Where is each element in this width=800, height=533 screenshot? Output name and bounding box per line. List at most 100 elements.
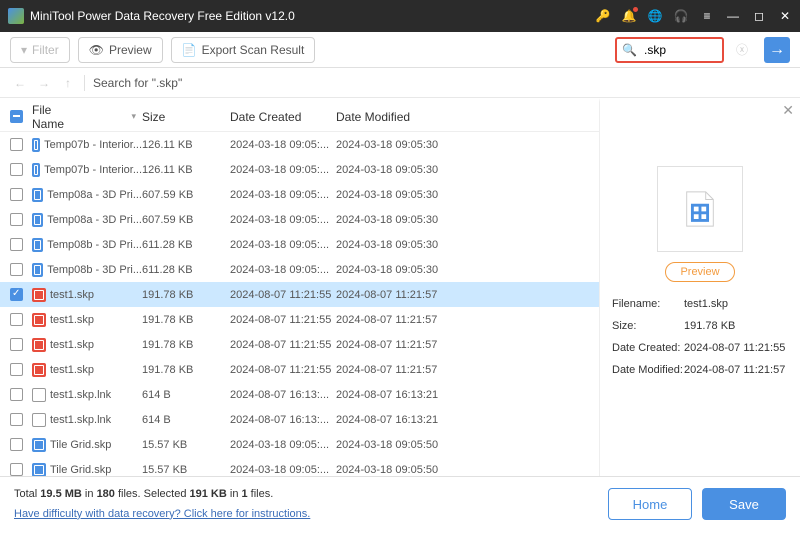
col-size[interactable]: Size <box>142 110 230 124</box>
file-date-created: 2024-03-18 09:05:... <box>230 189 336 201</box>
table-row[interactable]: Temp07b - Interior...126.11 KB2024-03-18… <box>0 157 599 182</box>
nav-back-icon[interactable]: ← <box>12 76 28 90</box>
key-icon[interactable]: 🔑 <box>596 9 610 23</box>
col-filename[interactable]: File Name ▾ <box>32 103 142 131</box>
table-row[interactable]: Temp08a - 3D Pri...607.59 KB2024-03-18 0… <box>0 207 599 232</box>
file-name: test1.skp <box>50 289 94 301</box>
export-icon: 📄 <box>182 43 197 57</box>
file-date-created: 2024-08-07 16:13:... <box>230 389 336 401</box>
row-checkbox[interactable] <box>10 388 23 401</box>
row-checkbox[interactable] <box>10 138 23 151</box>
file-date-modified: 2024-03-18 09:05:50 <box>336 439 516 451</box>
meta-dc-value: 2024-08-07 11:21:55 <box>684 342 788 354</box>
row-checkbox[interactable] <box>10 438 23 451</box>
file-type-icon <box>32 388 46 402</box>
app-logo-icon <box>8 8 24 24</box>
search-input[interactable] <box>640 43 720 57</box>
hamburger-icon[interactable]: ≡ <box>700 9 714 23</box>
save-button[interactable]: Save <box>702 488 786 520</box>
file-size: 191.78 KB <box>142 339 230 351</box>
status-bar: Total 19.5 MB in 180 files. Selected 191… <box>0 476 800 531</box>
breadcrumb-bar: ← → ↑ Search for ".skp" <box>0 68 800 98</box>
table-row[interactable]: Temp08b - 3D Pri...611.28 KB2024-03-18 0… <box>0 232 599 257</box>
file-date-created: 2024-03-18 09:05:... <box>230 264 336 276</box>
file-type-icon <box>32 263 43 277</box>
file-date-modified: 2024-03-18 09:05:30 <box>336 139 516 151</box>
search-icon: 🔍 <box>619 43 640 57</box>
col-date-created[interactable]: Date Created <box>230 110 336 124</box>
file-name: Temp08b - 3D Pri... <box>47 264 142 276</box>
table-row[interactable]: test1.skp.lnk614 B2024-08-07 16:13:...20… <box>0 407 599 432</box>
file-date-created: 2024-08-07 16:13:... <box>230 414 336 426</box>
globe-icon[interactable]: 🌐 <box>648 9 662 23</box>
file-date-created: 2024-03-18 09:05:... <box>230 139 336 151</box>
help-link[interactable]: Have difficulty with data recovery? Clic… <box>14 508 310 520</box>
close-icon[interactable]: ✕ <box>778 9 792 23</box>
table-row[interactable]: Temp08b - 3D Pri...611.28 KB2024-03-18 0… <box>0 257 599 282</box>
file-thumbnail <box>657 166 743 252</box>
bell-icon[interactable]: 🔔 <box>622 9 636 23</box>
filter-button[interactable]: ▾ Filter <box>10 37 70 63</box>
file-date-created: 2024-03-18 09:05:... <box>230 164 336 176</box>
side-preview-button[interactable]: Preview <box>665 262 734 282</box>
row-checkbox[interactable] <box>10 163 23 176</box>
meta-dc-label: Date Created: <box>612 342 684 354</box>
file-type-icon <box>32 213 43 227</box>
eye-icon: 👁 <box>89 43 104 57</box>
table-row[interactable]: test1.skp191.78 KB2024-08-07 11:21:55202… <box>0 332 599 357</box>
file-date-modified: 2024-08-07 16:13:21 <box>336 414 516 426</box>
file-name: Temp07b - Interior... <box>44 139 142 151</box>
file-size: 126.11 KB <box>142 164 230 176</box>
table-row[interactable]: test1.skp191.78 KB2024-08-07 11:21:55202… <box>0 282 599 307</box>
file-type-icon <box>32 138 40 152</box>
row-checkbox[interactable] <box>10 263 23 276</box>
file-list: File Name ▾ Size Date Created Date Modif… <box>0 98 600 476</box>
file-date-modified: 2024-03-18 09:05:30 <box>336 189 516 201</box>
file-date-modified: 2024-03-18 09:05:30 <box>336 214 516 226</box>
table-row[interactable]: Temp08a - 3D Pri...607.59 KB2024-03-18 0… <box>0 182 599 207</box>
clear-search-icon[interactable]: ⓧ <box>732 41 752 58</box>
table-row[interactable]: test1.skp191.78 KB2024-08-07 11:21:55202… <box>0 307 599 332</box>
preview-button[interactable]: 👁 Preview <box>78 37 163 63</box>
file-type-icon <box>32 338 46 352</box>
sort-indicator-icon: ▾ <box>131 111 136 122</box>
nav-up-icon[interactable]: ↑ <box>60 76 76 90</box>
row-checkbox[interactable] <box>10 213 23 226</box>
file-date-created: 2024-08-07 11:21:55 <box>230 339 336 351</box>
minimize-icon[interactable]: — <box>726 9 740 23</box>
home-button[interactable]: Home <box>608 488 692 520</box>
filter-icon: ▾ <box>21 43 27 57</box>
file-size: 614 B <box>142 414 230 426</box>
row-checkbox[interactable] <box>10 313 23 326</box>
file-size: 191.78 KB <box>142 289 230 301</box>
col-date-modified[interactable]: Date Modified <box>336 110 516 124</box>
row-checkbox[interactable] <box>10 413 23 426</box>
row-checkbox[interactable] <box>10 288 23 301</box>
search-go-button[interactable]: → <box>764 37 790 63</box>
row-checkbox[interactable] <box>10 238 23 251</box>
row-checkbox[interactable] <box>10 338 23 351</box>
file-size: 15.57 KB <box>142 464 230 476</box>
meta-dm-value: 2024-08-07 11:21:57 <box>684 364 788 376</box>
file-type-icon <box>32 413 46 427</box>
row-checkbox[interactable] <box>10 463 23 476</box>
search-box[interactable]: 🔍 <box>615 37 724 63</box>
file-date-modified: 2024-03-18 09:05:30 <box>336 164 516 176</box>
nav-forward-icon[interactable]: → <box>36 76 52 90</box>
maximize-icon[interactable]: ◻ <box>752 9 766 23</box>
table-row[interactable]: test1.skp.lnk614 B2024-08-07 16:13:...20… <box>0 382 599 407</box>
row-checkbox[interactable] <box>10 188 23 201</box>
meta-dm-label: Date Modified: <box>612 364 684 376</box>
file-date-created: 2024-03-18 09:05:... <box>230 439 336 451</box>
headset-icon[interactable]: 🎧 <box>674 9 688 23</box>
export-button[interactable]: 📄 Export Scan Result <box>171 37 316 63</box>
close-panel-icon[interactable]: ✕ <box>782 102 794 119</box>
table-row[interactable]: Temp07b - Interior...126.11 KB2024-03-18… <box>0 132 599 157</box>
table-row[interactable]: test1.skp191.78 KB2024-08-07 11:21:55202… <box>0 357 599 382</box>
file-date-modified: 2024-08-07 11:21:57 <box>336 364 516 376</box>
select-all-checkbox[interactable] <box>10 110 23 123</box>
table-row[interactable]: Tile Grid.skp15.57 KB2024-03-18 09:05:..… <box>0 432 599 457</box>
row-checkbox[interactable] <box>10 363 23 376</box>
table-row[interactable]: Tile Grid.skp15.57 KB2024-03-18 09:05:..… <box>0 457 599 476</box>
file-date-modified: 2024-03-18 09:05:50 <box>336 464 516 476</box>
